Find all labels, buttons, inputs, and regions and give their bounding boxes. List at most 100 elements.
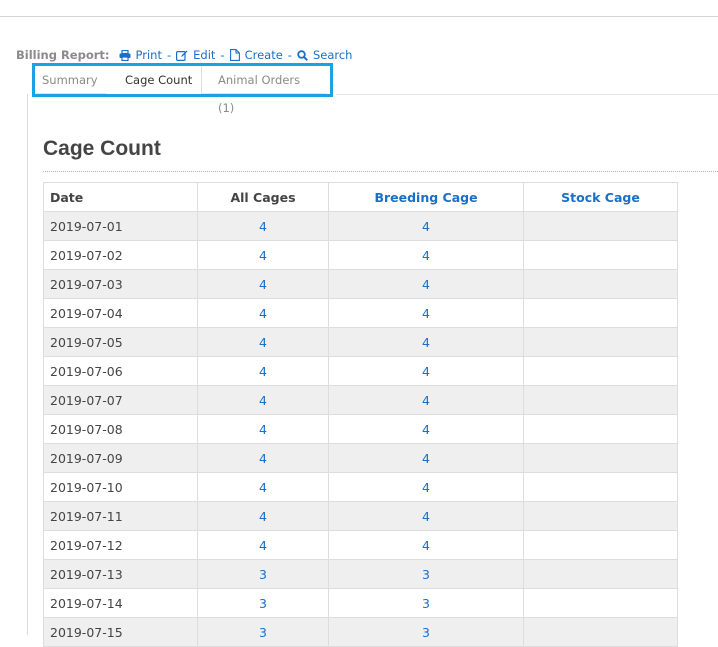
breeding-cage-link[interactable]: 4: [328, 472, 524, 502]
report-tabs: Summary Cage Count Animal Orders (1): [35, 66, 327, 115]
date-cell: 2019-07-13: [43, 559, 198, 589]
title-divider: [43, 171, 718, 172]
table-row: 2019-07-03 4 4: [43, 269, 678, 299]
report-toolbar: Billing Report: Print - Edit - Create - …: [16, 47, 352, 63]
table-row: 2019-07-14 3 3: [43, 588, 678, 618]
tab-animal-orders[interactable]: Animal Orders (1): [201, 66, 327, 115]
stock-cage-cell: [523, 559, 678, 589]
date-cell: 2019-07-01: [43, 211, 198, 241]
breeding-cage-link[interactable]: 4: [328, 327, 524, 357]
stock-cage-cell: [523, 530, 678, 560]
all-cages-link[interactable]: 3: [197, 617, 329, 647]
date-cell: 2019-07-12: [43, 530, 198, 560]
date-cell: 2019-07-14: [43, 588, 198, 618]
breeding-cage-link[interactable]: 3: [328, 588, 524, 618]
cage-count-table: Date All Cages Breeding Cage Stock Cage …: [43, 182, 678, 647]
toolbar-separator: -: [220, 48, 225, 62]
header-divider: [0, 16, 718, 17]
all-cages-link[interactable]: 4: [197, 472, 329, 502]
all-cages-link[interactable]: 3: [197, 588, 329, 618]
stock-cage-cell: [523, 356, 678, 386]
breeding-cage-link[interactable]: 4: [328, 443, 524, 473]
stock-cage-cell: [523, 385, 678, 415]
table-row: 2019-07-07 4 4: [43, 385, 678, 415]
stock-cage-cell: [523, 414, 678, 444]
date-cell: 2019-07-03: [43, 269, 198, 299]
search-link[interactable]: Search: [297, 48, 353, 62]
tabs-baseline: [336, 94, 718, 95]
breeding-cage-link[interactable]: 4: [328, 269, 524, 299]
column-header-stock-cage[interactable]: Stock Cage: [523, 182, 678, 212]
tab-cage-count[interactable]: Cage Count: [107, 66, 201, 94]
page-title: Cage Count: [43, 137, 161, 160]
stock-cage-cell: [523, 240, 678, 270]
date-cell: 2019-07-05: [43, 327, 198, 357]
table-row: 2019-07-08 4 4: [43, 414, 678, 444]
search-label: Search: [312, 48, 353, 62]
date-cell: 2019-07-06: [43, 356, 198, 386]
tab-summary[interactable]: Summary: [35, 66, 107, 94]
date-cell: 2019-07-15: [43, 617, 198, 647]
table-row: 2019-07-01 4 4: [43, 211, 678, 241]
panel-border: [27, 94, 28, 635]
breeding-cage-link[interactable]: 4: [328, 501, 524, 531]
stock-cage-cell: [523, 298, 678, 328]
date-cell: 2019-07-08: [43, 414, 198, 444]
table-row: 2019-07-05 4 4: [43, 327, 678, 357]
table-header-row: Date All Cages Breeding Cage Stock Cage: [43, 182, 678, 212]
all-cages-link[interactable]: 4: [197, 443, 329, 473]
table-row: 2019-07-04 4 4: [43, 298, 678, 328]
date-cell: 2019-07-07: [43, 385, 198, 415]
breeding-cage-link[interactable]: 3: [328, 617, 524, 647]
breeding-cage-link[interactable]: 4: [328, 298, 524, 328]
all-cages-link[interactable]: 3: [197, 559, 329, 589]
all-cages-link[interactable]: 4: [197, 298, 329, 328]
create-label: Create: [244, 48, 283, 62]
breeding-cage-link[interactable]: 4: [328, 385, 524, 415]
stock-cage-cell: [523, 443, 678, 473]
billing-report-label: Billing Report:: [16, 48, 110, 62]
all-cages-link[interactable]: 4: [197, 269, 329, 299]
all-cages-link[interactable]: 4: [197, 385, 329, 415]
stock-cage-cell: [523, 211, 678, 241]
edit-label: Edit: [193, 48, 216, 62]
table-row: 2019-07-12 4 4: [43, 530, 678, 560]
table-row: 2019-07-09 4 4: [43, 443, 678, 473]
breeding-cage-link[interactable]: 4: [328, 240, 524, 270]
toolbar-separator: -: [287, 48, 292, 62]
stock-cage-cell: [523, 588, 678, 618]
print-label: Print: [135, 48, 162, 62]
date-cell: 2019-07-11: [43, 501, 198, 531]
table-row: 2019-07-11 4 4: [43, 501, 678, 531]
all-cages-link[interactable]: 4: [197, 211, 329, 241]
column-header-breeding-cage[interactable]: Breeding Cage: [328, 182, 524, 212]
breeding-cage-link[interactable]: 4: [328, 530, 524, 560]
table-row: 2019-07-10 4 4: [43, 472, 678, 502]
table-row: 2019-07-13 3 3: [43, 559, 678, 589]
breeding-cage-link[interactable]: 4: [328, 211, 524, 241]
stock-cage-cell: [523, 617, 678, 647]
edit-icon: [176, 50, 188, 61]
breeding-cage-link[interactable]: 3: [328, 559, 524, 589]
all-cages-link[interactable]: 4: [197, 414, 329, 444]
toolbar-separator: -: [166, 48, 172, 62]
date-cell: 2019-07-04: [43, 298, 198, 328]
stock-cage-cell: [523, 472, 678, 502]
all-cages-link[interactable]: 4: [197, 327, 329, 357]
column-header-date: Date: [43, 182, 198, 212]
breeding-cage-link[interactable]: 4: [328, 414, 524, 444]
print-link[interactable]: Print: [119, 48, 162, 62]
stock-cage-cell: [523, 501, 678, 531]
all-cages-link[interactable]: 4: [197, 501, 329, 531]
search-icon: [297, 49, 308, 61]
create-link[interactable]: Create: [229, 48, 283, 62]
date-cell: 2019-07-10: [43, 472, 198, 502]
all-cages-link[interactable]: 4: [197, 240, 329, 270]
new-document-icon: [229, 49, 240, 61]
table-row: 2019-07-15 3 3: [43, 617, 678, 647]
all-cages-link[interactable]: 4: [197, 356, 329, 386]
all-cages-link[interactable]: 4: [197, 530, 329, 560]
column-header-all-cages: All Cages: [197, 182, 329, 212]
edit-link[interactable]: Edit: [176, 48, 215, 62]
breeding-cage-link[interactable]: 4: [328, 356, 524, 386]
